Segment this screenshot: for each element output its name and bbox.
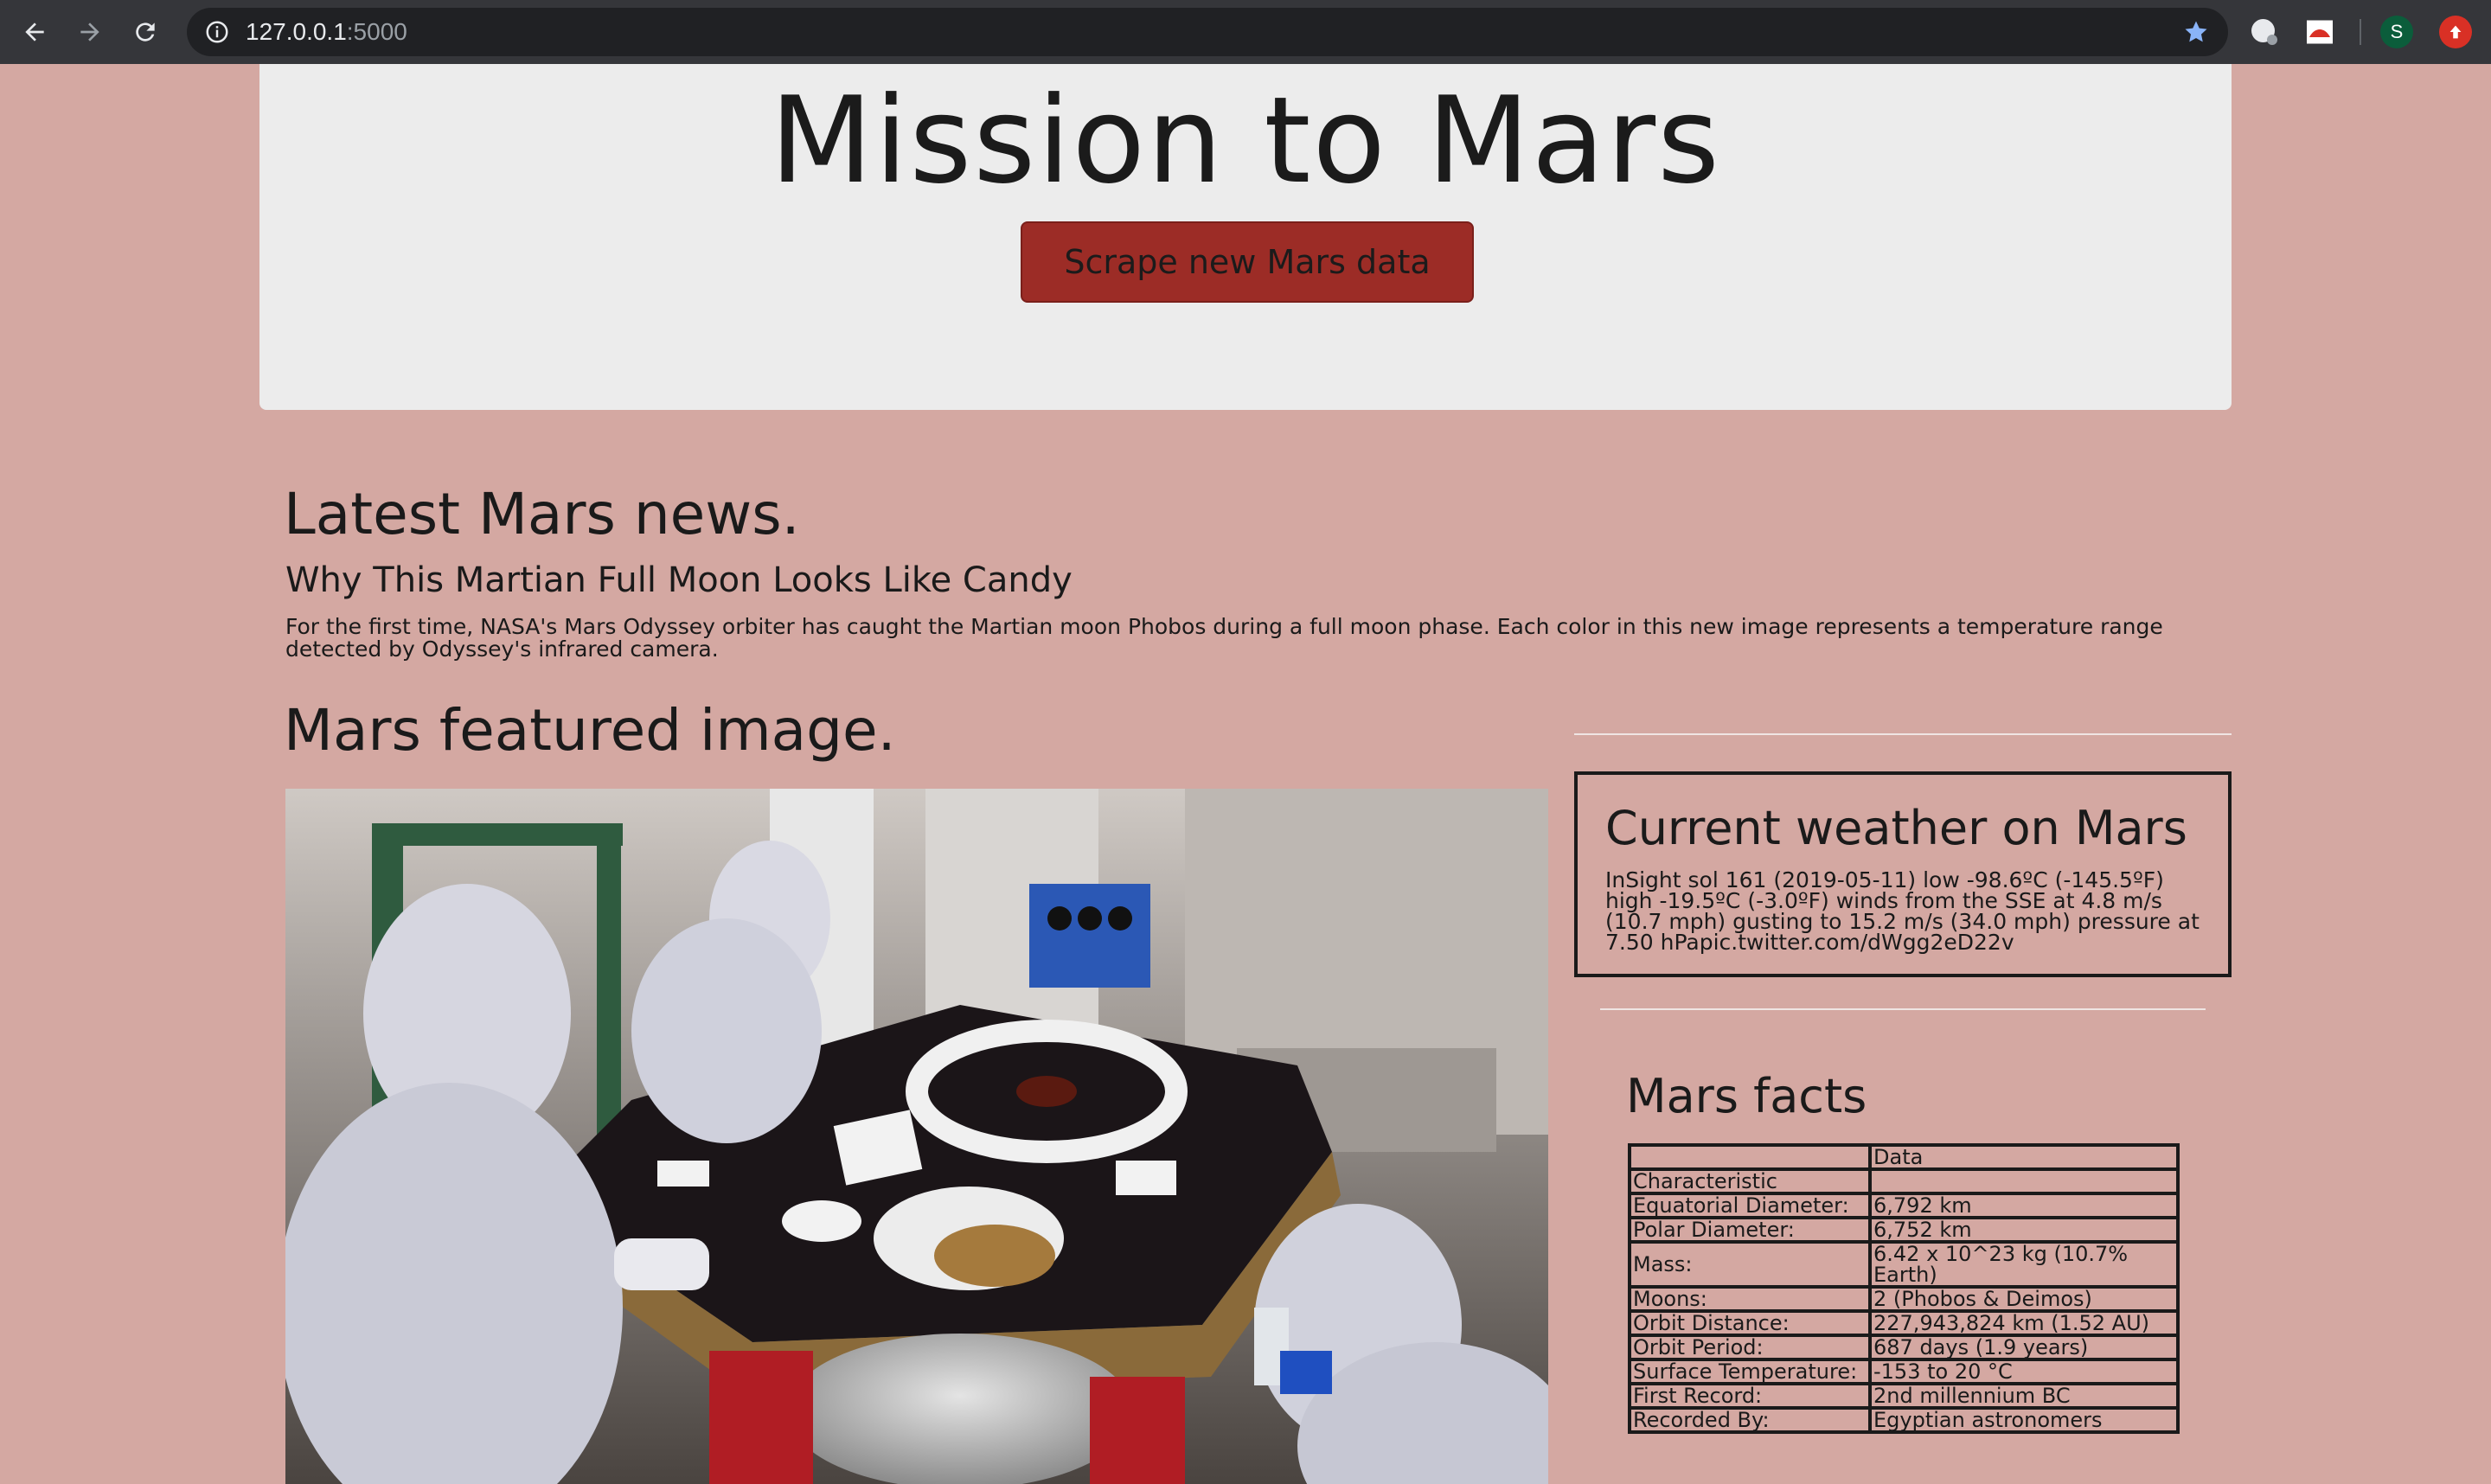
fact-value: 6,752 km xyxy=(1868,1216,2180,1244)
weather-heading: Current weather on Mars xyxy=(1605,801,2187,855)
forward-button[interactable] xyxy=(69,11,111,53)
weather-text: InSight sol 161 (2019-05-11) low -98.6ºC… xyxy=(1605,867,2200,955)
table-index-row: Characteristic xyxy=(1628,1167,2180,1195)
divider xyxy=(1574,733,2232,735)
header-cell: Data xyxy=(1868,1143,2180,1171)
fact-value: 687 days (1.9 years) xyxy=(1868,1334,2180,1361)
fact-label: Polar Diameter: xyxy=(1628,1216,1872,1244)
fact-label: Orbit Distance: xyxy=(1628,1309,1872,1337)
facts-table: Data Characteristic Equatorial Diameter:… xyxy=(1628,1143,2180,1434)
url-text: 127.0.0.1:5000 xyxy=(246,18,407,46)
back-icon xyxy=(25,22,44,42)
update-button[interactable] xyxy=(2439,16,2472,48)
featured-image-heading: Mars featured image. xyxy=(284,697,896,764)
fact-value: -153 to 20 °C xyxy=(1868,1358,2180,1385)
fact-label: Surface Temperature: xyxy=(1628,1358,1872,1385)
fact-label: Moons: xyxy=(1628,1285,1872,1313)
fact-value: 227,943,824 km (1.52 AU) xyxy=(1868,1309,2180,1337)
table-row: Equatorial Diameter: 6,792 km xyxy=(1628,1192,2180,1219)
address-bar[interactable]: 127.0.0.1:5000 xyxy=(187,8,2228,56)
featured-image xyxy=(285,789,1548,1484)
url-host: 127.0.0.1 xyxy=(246,18,347,45)
fact-label: Orbit Period: xyxy=(1628,1334,1872,1361)
table-row: Polar Diameter: 6,752 km xyxy=(1628,1216,2180,1244)
news-paragraph: For the first time, NASA's Mars Odyssey … xyxy=(285,614,2163,662)
arrow-up-icon xyxy=(2449,25,2462,39)
extension-icon[interactable] xyxy=(2304,16,2335,48)
news-title: Why This Martian Full Moon Looks Like Ca… xyxy=(285,560,1073,600)
table-row: Recorded By: Egyptian astronomers xyxy=(1628,1406,2180,1434)
scrape-button[interactable]: Scrape new Mars data xyxy=(1021,221,1474,303)
fact-label: First Record: xyxy=(1628,1382,1872,1410)
index-cell xyxy=(1868,1167,2180,1195)
profile-avatar[interactable]: S xyxy=(2380,16,2413,48)
info-icon[interactable] xyxy=(204,19,230,45)
profile-initial: S xyxy=(2390,21,2404,42)
star-icon[interactable] xyxy=(2183,19,2209,45)
reload-icon xyxy=(136,22,155,42)
table-row: First Record: 2nd millennium BC xyxy=(1628,1382,2180,1410)
toolbar-divider xyxy=(2360,19,2361,45)
fact-label: Recorded By: xyxy=(1628,1406,1872,1434)
news-heading: Latest Mars news. xyxy=(284,481,800,547)
page-title: Mission to Mars xyxy=(770,71,1721,210)
back-button[interactable] xyxy=(14,11,55,53)
mars-lander-photo xyxy=(285,789,1548,1484)
fact-value: 2nd millennium BC xyxy=(1868,1382,2180,1410)
fact-value: 6,792 km xyxy=(1868,1192,2180,1219)
table-row: Orbit Period: 687 days (1.9 years) xyxy=(1628,1334,2180,1361)
facts-heading: Mars facts xyxy=(1626,1069,1867,1123)
fact-label: Equatorial Diameter: xyxy=(1628,1192,1872,1219)
weather-card: Current weather on Mars InSight sol 161 … xyxy=(1574,771,2232,977)
url-port: :5000 xyxy=(346,18,407,45)
table-header-row: Data xyxy=(1628,1143,2180,1171)
index-cell: Characteristic xyxy=(1628,1167,1872,1195)
divider xyxy=(1600,1008,2206,1010)
header-cell xyxy=(1628,1143,1872,1171)
fact-value: 2 (Phobos & Deimos) xyxy=(1868,1285,2180,1313)
fact-value: Egyptian astronomers xyxy=(1868,1406,2180,1434)
extension-icon[interactable] xyxy=(2249,16,2280,48)
table-row: Moons: 2 (Phobos & Deimos) xyxy=(1628,1285,2180,1313)
reload-button[interactable] xyxy=(125,11,166,53)
table-row: Mass: 6.42 x 10^23 kg (10.7% Earth) xyxy=(1628,1240,2180,1289)
jumbotron: Mission to Mars Scrape new Mars data xyxy=(259,64,2232,410)
fact-label: Mass: xyxy=(1628,1240,1872,1289)
table-row: Orbit Distance: 227,943,824 km (1.52 AU) xyxy=(1628,1309,2180,1337)
fact-value: 6.42 x 10^23 kg (10.7% Earth) xyxy=(1868,1240,2180,1289)
forward-icon xyxy=(80,22,99,42)
table-row: Surface Temperature: -153 to 20 °C xyxy=(1628,1358,2180,1385)
